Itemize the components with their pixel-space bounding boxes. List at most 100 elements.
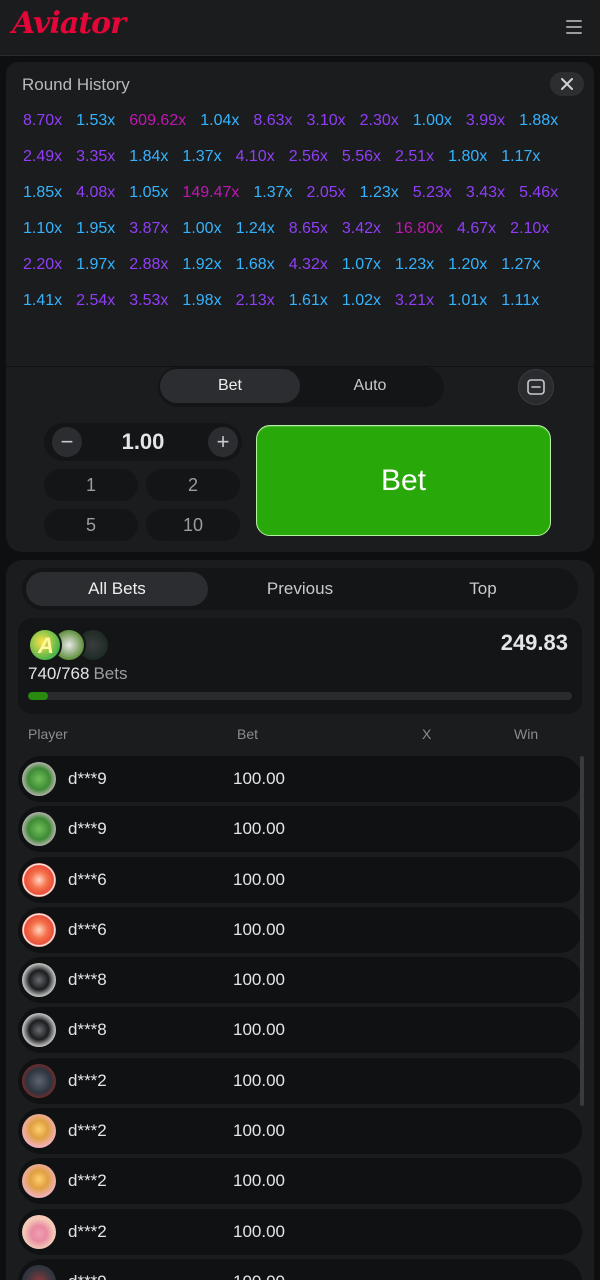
history-multiplier: 1.92x (182, 256, 222, 273)
avatar (22, 963, 56, 998)
column-player: Player (28, 726, 68, 742)
history-multiplier: 1.11x (501, 292, 540, 309)
avatar (22, 812, 56, 847)
history-multiplier: 1.41x (23, 292, 63, 309)
history-multiplier: 2.10x (510, 220, 550, 237)
quick-amount-1[interactable]: 1 (44, 469, 138, 501)
player-name: d***9 (68, 819, 107, 839)
total-win-amount: 249.83 (500, 630, 568, 655)
player-name: d***2 (68, 1070, 107, 1090)
player-name: d***9 (68, 1272, 107, 1280)
tab-auto[interactable]: Auto (300, 369, 440, 403)
bet-amount: 100.00 (233, 819, 285, 839)
table-row: d***8 100.00 (18, 1007, 582, 1054)
tab-bet[interactable]: Bet (160, 369, 300, 403)
top-player-avatars: A (28, 628, 118, 662)
close-icon (561, 78, 573, 90)
avatar (22, 762, 56, 796)
history-multiplier: 1.04x (200, 112, 240, 129)
bet-amount: 100.00 (233, 970, 285, 990)
column-win: Win (514, 726, 539, 742)
quick-amount-5[interactable]: 5 (44, 509, 138, 541)
history-multiplier: 4.32x (288, 256, 328, 273)
history-multiplier: 1.80x (448, 148, 488, 165)
player-name: d***2 (68, 1171, 107, 1191)
bet-amount: 100.00 (233, 919, 285, 939)
table-row: d***9 100.00 (18, 756, 582, 802)
history-multiplier: 2.20x (23, 256, 63, 273)
table-row: d***6 100.00 (18, 856, 582, 903)
history-multiplier: 2.54x (76, 292, 116, 309)
history-multiplier: 1.85x (23, 184, 63, 201)
table-row: d***2 100.00 (18, 1108, 582, 1155)
avatar (22, 1264, 56, 1280)
bet-amount: 100.00 (233, 1272, 285, 1280)
bets-scrollbar[interactable] (580, 756, 584, 1106)
history-multiplier: 1.95x (76, 220, 116, 237)
player-name: d***8 (68, 970, 107, 990)
history-multiplier: 1.88x (519, 112, 559, 129)
history-multiplier: 1.05x (129, 184, 169, 201)
avatar (22, 912, 56, 947)
bets-count-value: 740/768 (28, 664, 90, 683)
bet-amount-stepper: − 1.00 + (44, 423, 242, 461)
history-multiplier: 1.98x (182, 292, 222, 309)
history-multiplier: 4.08x (76, 184, 116, 201)
bet-amount-input[interactable]: 1.00 (84, 423, 202, 461)
table-row: d***9 100.00 (18, 1258, 582, 1280)
tab-top[interactable]: Top (392, 572, 574, 606)
round-history-panel: Round History 8.70x 1.53x 609.62x 1.04x 8.63… (6, 62, 594, 366)
quick-amount-2[interactable]: 2 (146, 469, 240, 501)
bet-amount: 100.00 (233, 1070, 285, 1090)
tab-previous[interactable]: Previous (209, 572, 391, 606)
avatar (22, 1164, 56, 1199)
history-multiplier: 2.05x (306, 184, 346, 201)
increase-amount-button[interactable]: + (208, 427, 238, 457)
history-multiplier: 1.17x (501, 148, 541, 165)
history-multiplier: 8.63x (253, 112, 293, 129)
hamburger-menu-icon[interactable] (566, 20, 582, 34)
bets-progress-bar (28, 692, 572, 700)
column-x: X (422, 726, 432, 742)
history-multiplier: 2.51x (394, 148, 435, 165)
player-name: d***6 (68, 919, 107, 939)
player-name: d***8 (68, 1020, 107, 1040)
history-multiplier: 3.21x (394, 292, 435, 309)
quick-amount-10[interactable]: 10 (146, 509, 240, 541)
history-multiplier: 4.10x (235, 148, 275, 165)
collapse-panel-button[interactable] (518, 369, 554, 405)
history-multiplier: 1.37x (182, 148, 222, 165)
history-multiplier: 1.07x (341, 256, 381, 273)
bet-amount: 100.00 (233, 869, 285, 889)
bet-amount: 100.00 (233, 1121, 285, 1141)
history-multiplier: 2.49x (23, 148, 63, 165)
column-bet: Bet (237, 726, 259, 742)
history-multiplier: 5.23x (412, 184, 452, 201)
tab-all-bets[interactable]: All Bets (26, 572, 208, 606)
history-multiplier: 1.10x (23, 220, 63, 237)
history-multiplier: 5.56x (341, 148, 381, 165)
history-multiplier: 1.00x (412, 112, 452, 129)
history-multiplier: 1.23x (394, 256, 435, 273)
bet-amount: 100.00 (233, 1171, 285, 1191)
history-multiplier: 3.99x (465, 112, 506, 129)
history-multiplier: 3.87x (129, 220, 169, 237)
place-bet-button[interactable]: Bet (256, 425, 551, 536)
avatar: A (28, 628, 62, 662)
history-multiplier: 4.67x (457, 220, 497, 237)
bet-mode-tabs: Bet Auto (158, 367, 444, 407)
history-multiplier: 16.80x (394, 220, 444, 237)
bet-amount: 100.00 (233, 1221, 285, 1241)
history-multiplier: 8.65x (288, 220, 328, 237)
player-name: d***6 (68, 869, 107, 889)
history-multiplier: 3.53x (129, 292, 169, 309)
player-name: d***2 (68, 1221, 107, 1241)
history-multiplier: 3.35x (76, 148, 116, 165)
decrease-amount-button[interactable]: − (52, 427, 82, 457)
avatar (22, 1114, 56, 1149)
table-row: d***2 100.00 (18, 1057, 582, 1104)
history-multiplier: 1.27x (501, 256, 541, 273)
close-history-button[interactable] (550, 72, 584, 96)
bets-summary: A 740/768 Bets 249.83 (18, 618, 582, 714)
history-multiplier: 3.43x (465, 184, 506, 201)
